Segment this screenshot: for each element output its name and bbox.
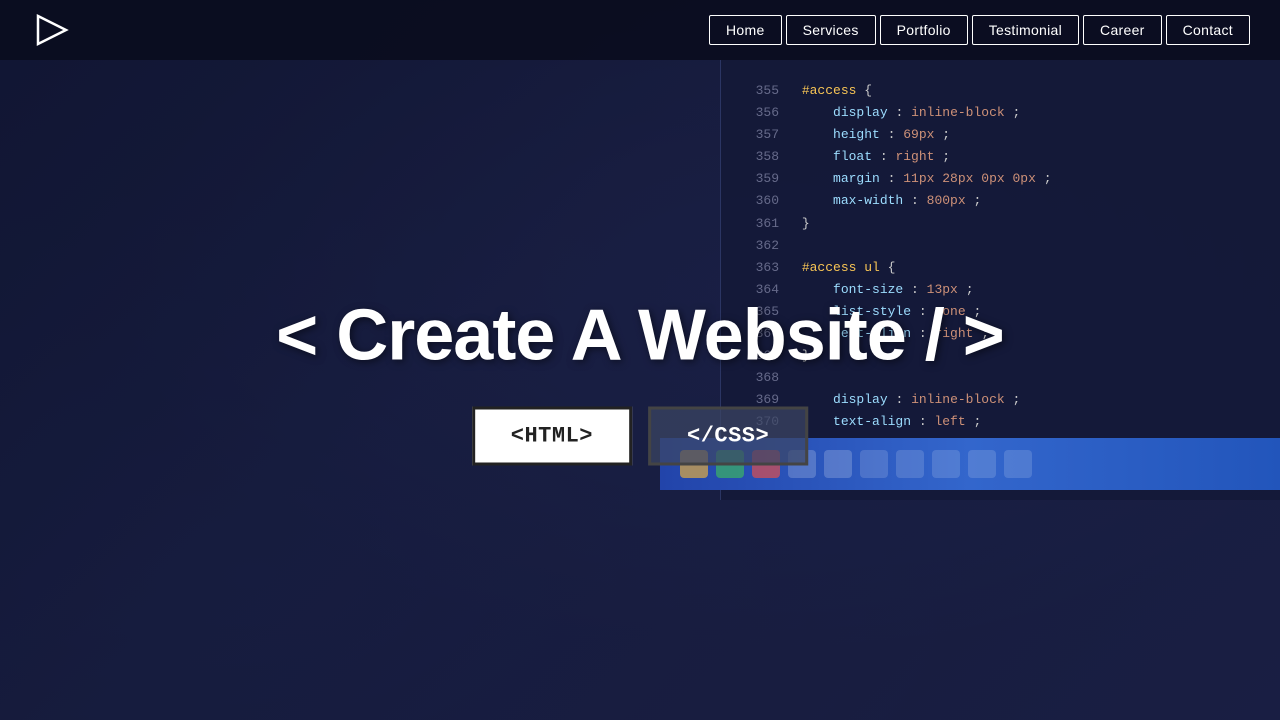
code-line-4: 358 float : right ; <box>751 146 1250 168</box>
code-line-9: 363 #access ul { <box>751 257 1250 279</box>
logo-icon <box>30 8 74 52</box>
code-line-5: 359 margin : 11px 28px 0px 0px ; <box>751 168 1250 190</box>
nav-contact-button[interactable]: Contact <box>1166 15 1250 45</box>
code-line-3: 357 height : 69px ; <box>751 124 1250 146</box>
hero-buttons: <HTML> </CSS> <box>276 407 1004 466</box>
nav-testimonial-button[interactable]: Testimonial <box>972 15 1079 45</box>
hero-section: 355 #access { 356 display : inline-block… <box>0 0 1280 720</box>
code-line-6: 360 max-width : 800px ; <box>751 190 1250 212</box>
logo <box>30 8 74 52</box>
nav-career-button[interactable]: Career <box>1083 15 1162 45</box>
css-button[interactable]: </CSS> <box>648 407 808 466</box>
nav-links: Home Services Portfolio Testimonial Care… <box>709 15 1250 45</box>
taskbar-icon-10 <box>1004 450 1032 478</box>
hero-title: < Create A Website / > <box>276 295 1004 377</box>
html-button[interactable]: <HTML> <box>472 407 632 466</box>
hero-content: < Create A Website / > <HTML> </CSS> <box>276 295 1004 466</box>
navbar: Home Services Portfolio Testimonial Care… <box>0 0 1280 60</box>
code-line-2: 356 display : inline-block ; <box>751 102 1250 124</box>
code-line-7: 361 } <box>751 213 1250 235</box>
code-line-1: 355 #access { <box>751 80 1250 102</box>
nav-home-button[interactable]: Home <box>709 15 782 45</box>
nav-services-button[interactable]: Services <box>786 15 876 45</box>
nav-portfolio-button[interactable]: Portfolio <box>880 15 968 45</box>
code-line-8: 362 <box>751 235 1250 257</box>
